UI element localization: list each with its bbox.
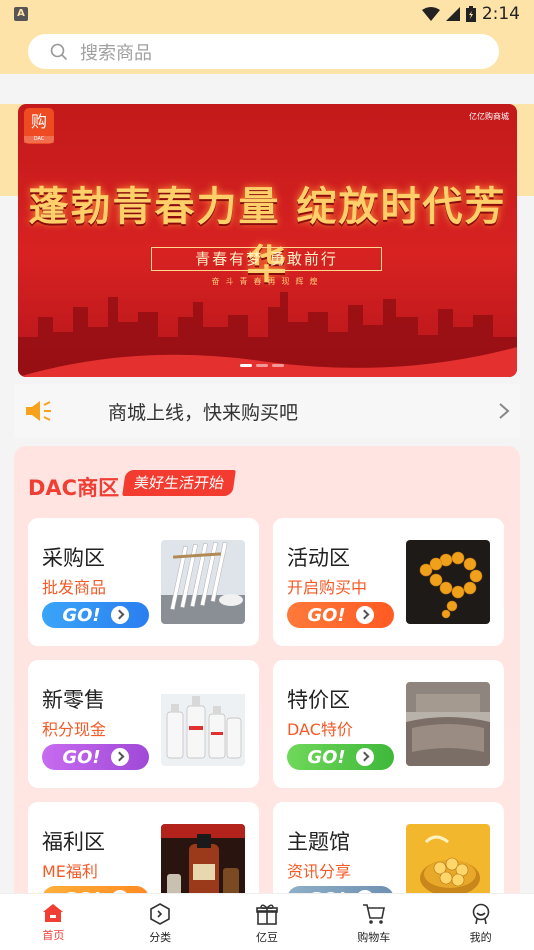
banner-tagline: 奋斗青春再现辉煌 — [211, 277, 324, 286]
zone-card-retail[interactable]: 新零售 积分现金 GO! — [28, 660, 259, 788]
nav-label: 购物车 — [357, 931, 391, 944]
gift-icon — [256, 904, 278, 925]
zone-card-special[interactable]: 特价区 DAC特价 GO! — [273, 660, 504, 788]
go-label: GO! — [307, 604, 346, 626]
card-subtitle: ME福利 — [42, 862, 98, 881]
card-title: 采购区 — [42, 546, 105, 570]
notification-icon: A — [14, 7, 28, 21]
banner-pagination — [240, 364, 284, 367]
go-button[interactable]: GO! — [287, 744, 394, 770]
go-button[interactable]: GO! — [287, 602, 394, 628]
card-title: 主题馆 — [287, 830, 350, 854]
amber-beads-image — [406, 540, 490, 624]
home-icon — [43, 904, 64, 922]
category-icon — [150, 903, 170, 925]
card-subtitle: 开启购买中 — [287, 578, 368, 597]
status-bar: A 2:14 — [0, 0, 534, 28]
card-subtitle: 资讯分享 — [287, 862, 352, 881]
banner-subtitle: 青春有梦 勇敢前行 — [151, 247, 382, 271]
nav-item-profile[interactable]: 我的 — [427, 894, 534, 950]
nav-item-cart[interactable]: 购物车 — [320, 894, 427, 950]
search-icon — [50, 43, 68, 60]
dac-section: DAC商区 美好生活开始 采购区 批发商品 GO! 活动区 开启购买中 GO! … — [14, 446, 520, 930]
dac-title: DAC商区 — [28, 476, 120, 500]
banner-logo-char: 购 — [30, 112, 47, 131]
go-button[interactable]: GO! — [42, 602, 149, 628]
zone-card-activity[interactable]: 活动区 开启购买中 GO! — [273, 518, 504, 646]
search-placeholder: 搜索商品 — [80, 42, 152, 64]
bottom-navigation: 首页 分类 亿豆 购物车 我的 — [0, 893, 534, 950]
arrow-right-icon — [110, 606, 129, 624]
promo-banner[interactable]: 购 DAC 亿亿购商城 蓬勃青春力量 绽放时代芳华 青春有梦 勇敢前行 奋斗青春… — [18, 104, 517, 377]
nav-item-beans[interactable]: 亿豆 — [214, 894, 321, 950]
banner-dot[interactable] — [240, 364, 252, 367]
status-icons: 2:14 — [421, 4, 520, 24]
speaker-icon — [26, 401, 51, 421]
banner-logo: 购 DAC — [24, 108, 54, 144]
nav-label: 亿豆 — [255, 931, 278, 944]
dac-tag: 美好生活开始 — [122, 470, 236, 496]
battery-icon — [465, 6, 476, 22]
nav-item-home[interactable]: 首页 — [0, 894, 107, 950]
arrow-right-icon — [355, 606, 374, 624]
go-button[interactable]: GO! — [42, 744, 149, 770]
go-label: GO! — [62, 746, 101, 768]
nav-label: 首页 — [42, 929, 65, 942]
profile-icon — [472, 903, 489, 925]
wifi-icon — [421, 7, 440, 21]
chopsticks-image — [161, 540, 245, 624]
nav-label: 分类 — [149, 931, 172, 944]
card-subtitle: DAC特价 — [287, 720, 353, 739]
notice-text: 商城上线，快来购买吧 — [108, 401, 299, 424]
card-title: 活动区 — [287, 546, 350, 570]
card-title: 特价区 — [287, 688, 350, 712]
cleaner-bottles-image — [161, 682, 245, 766]
notice-bar[interactable]: 商城上线，快来购买吧 — [14, 384, 520, 438]
go-label: GO! — [307, 746, 346, 768]
banner-dot[interactable] — [272, 364, 284, 367]
zone-card-purchase[interactable]: 采购区 批发商品 GO! — [28, 518, 259, 646]
banner-brand: 亿亿购商城 — [469, 112, 509, 121]
signal-icon — [445, 7, 460, 21]
nav-label: 我的 — [469, 931, 492, 944]
banner-dot[interactable] — [256, 364, 268, 367]
arrow-right-icon — [355, 748, 374, 766]
cart-icon — [362, 904, 385, 924]
card-subtitle: 积分现金 — [42, 720, 107, 739]
go-label: GO! — [62, 604, 101, 626]
card-subtitle: 批发商品 — [42, 578, 107, 597]
bedding-image — [406, 682, 490, 766]
chevron-right-icon — [499, 403, 510, 419]
banner-title: 蓬勃青春力量 绽放时代芳华 — [28, 184, 507, 288]
search-input[interactable]: 搜索商品 — [28, 34, 499, 69]
card-title: 福利区 — [42, 830, 105, 854]
arrow-right-icon — [110, 748, 129, 766]
banner-logo-sub: DAC — [24, 136, 54, 143]
clock: 2:14 — [481, 4, 520, 24]
card-title: 新零售 — [42, 688, 105, 712]
nav-item-category[interactable]: 分类 — [107, 894, 214, 950]
